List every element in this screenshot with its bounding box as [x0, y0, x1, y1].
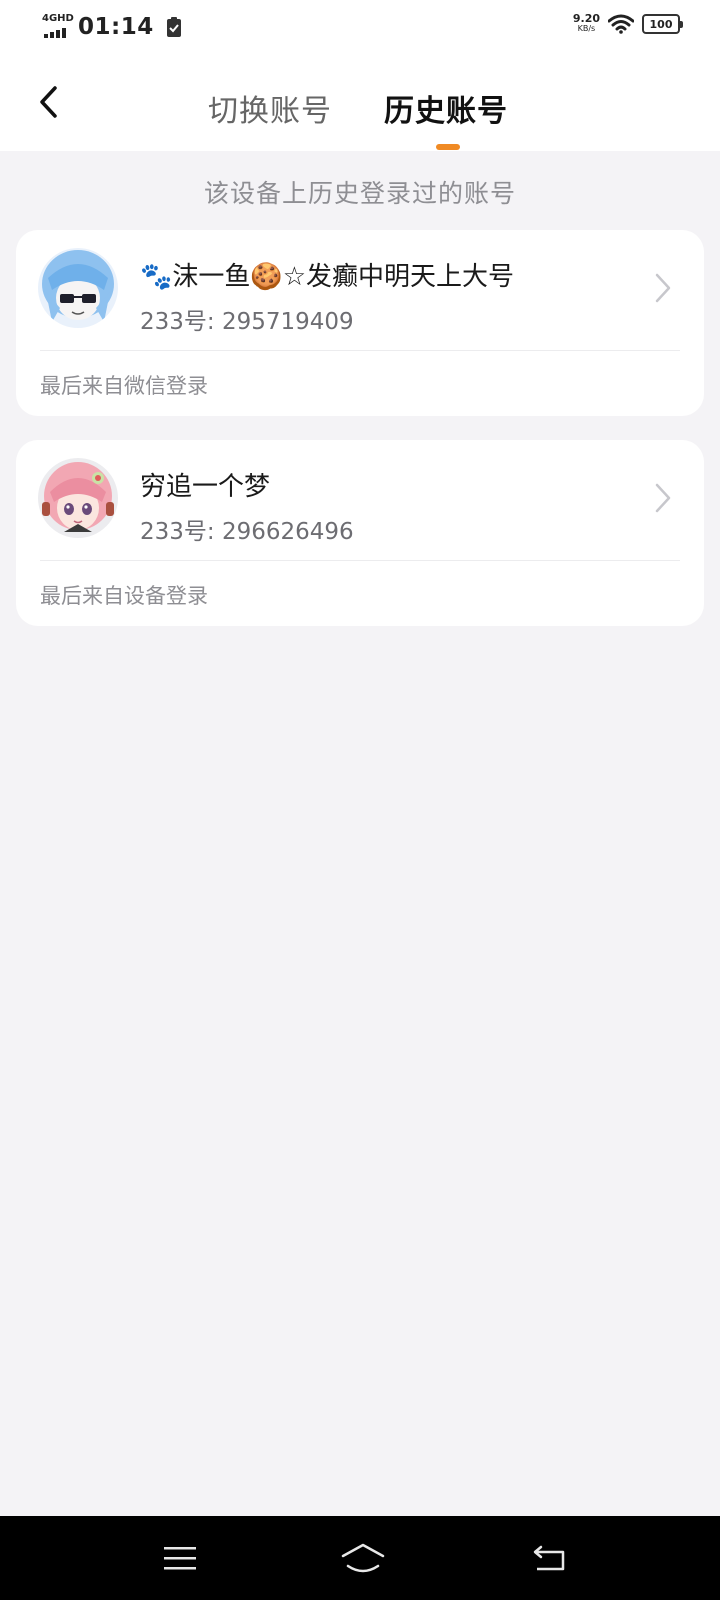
account-card[interactable]: 穷追一个梦 233号: 296626496 最后来自设备登录: [16, 440, 704, 626]
blue-hair-anime-avatar-icon: [38, 248, 118, 328]
network-speed: 9.20 KB/s: [572, 12, 600, 34]
clipboard-check-icon: [166, 17, 181, 37]
account-name: 穷追一个梦: [140, 472, 271, 502]
avatar: [38, 248, 118, 328]
battery-icon: 100: [642, 14, 683, 34]
battery-level: 100: [649, 17, 673, 31]
network-type: 4GHD: [42, 13, 74, 24]
pink-hair-anime-avatar-icon: [38, 458, 118, 538]
account-name: 🐾沫一鱼🍪☆发癫中明天上大号: [140, 262, 515, 292]
status-right: 9.20 KB/s 100: [572, 12, 683, 34]
wifi-icon: [608, 14, 634, 34]
chevron-right-icon: [655, 273, 671, 303]
avatar: [38, 458, 118, 538]
account-card[interactable]: 🐾沫一鱼🍪☆发癫中明天上大号 233号: 295719409 最后来自微信登录: [16, 230, 704, 416]
last-login-source: 最后来自微信登录: [40, 374, 208, 398]
account-id: 233号: 296626496: [140, 519, 354, 545]
home-icon: [341, 1543, 385, 1573]
account-id: 233号: 295719409: [140, 309, 354, 335]
status-time: 01:14: [78, 14, 154, 40]
last-login-source: 最后来自设备登录: [40, 584, 208, 608]
page-subtitle: 该设备上历史登录过的账号: [203, 179, 516, 208]
tab-history-account[interactable]: 历史账号: [384, 86, 508, 130]
system-nav-bar: [0, 1516, 720, 1600]
cellular-signal-icon: 4GHD: [42, 13, 74, 40]
divider: [40, 350, 680, 351]
tab-switch-account[interactable]: 切换账号: [208, 86, 332, 130]
status-bar: 4GHD 01:14 9.20 KB/s 100: [0, 0, 720, 56]
back-button[interactable]: [28, 80, 68, 124]
header: 切换账号 历史账号: [0, 56, 720, 151]
status-left: 4GHD 01:14: [42, 13, 182, 40]
recent-apps-button[interactable]: [160, 1538, 200, 1578]
network-speed-value: 9.20: [572, 12, 600, 25]
network-speed-unit: KB/s: [577, 24, 596, 33]
back-nav-button[interactable]: [530, 1538, 570, 1578]
menu-icon: [164, 1547, 196, 1570]
home-button[interactable]: [340, 1538, 386, 1578]
chevron-left-icon: [40, 86, 57, 118]
chevron-right-icon: [655, 483, 671, 513]
back-icon: [533, 1545, 565, 1571]
divider: [40, 560, 680, 561]
active-tab-indicator: [436, 144, 460, 150]
